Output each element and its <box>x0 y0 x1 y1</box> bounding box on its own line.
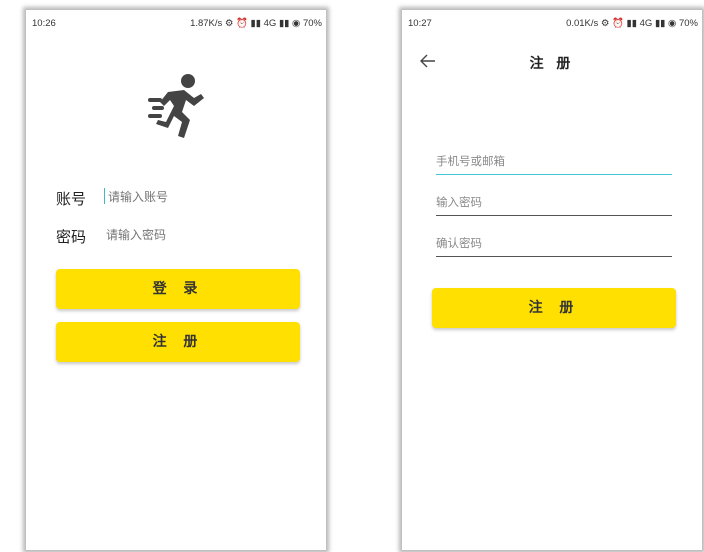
status-bar: 10:27 0.01K/s ⚙ ⏰ ▮▮ 4G ▮▮ ◉ 70% <box>402 10 702 36</box>
account-label: 账号 <box>56 191 87 208</box>
page-title: 注 册 <box>529 56 575 72</box>
status-indicators: 1.87K/s ⚙ ⏰ ▮▮ 4G ▮▮ ◉ 70% <box>190 18 322 29</box>
password-input[interactable] <box>436 193 672 216</box>
phone-or-email-input[interactable] <box>436 152 672 175</box>
status-indicators: 0.01K/s ⚙ ⏰ ▮▮ 4G ▮▮ ◉ 70% <box>566 18 698 29</box>
running-person-icon <box>148 74 204 138</box>
login-button[interactable]: 登 录 <box>56 269 300 309</box>
account-input[interactable] <box>108 190 278 204</box>
register-button[interactable]: 注 册 <box>56 322 300 362</box>
text-cursor <box>104 188 105 204</box>
login-screen: 10:26 1.87K/s ⚙ ⏰ ▮▮ 4G ▮▮ ◉ 70% 账号 密码 登… <box>26 10 326 550</box>
register-submit-button[interactable]: 注 册 <box>432 288 676 328</box>
register-screen: 10:27 0.01K/s ⚙ ⏰ ▮▮ 4G ▮▮ ◉ 70% 注 册 注 册 <box>402 10 702 550</box>
confirm-password-input[interactable] <box>436 234 672 257</box>
status-time: 10:27 <box>408 18 432 29</box>
account-row: 账号 <box>56 188 296 212</box>
password-input[interactable] <box>106 228 276 242</box>
password-row: 密码 <box>56 226 296 250</box>
status-bar: 10:26 1.87K/s ⚙ ⏰ ▮▮ 4G ▮▮ ◉ 70% <box>26 10 326 36</box>
password-label: 密码 <box>56 229 87 246</box>
status-time: 10:26 <box>32 18 56 29</box>
